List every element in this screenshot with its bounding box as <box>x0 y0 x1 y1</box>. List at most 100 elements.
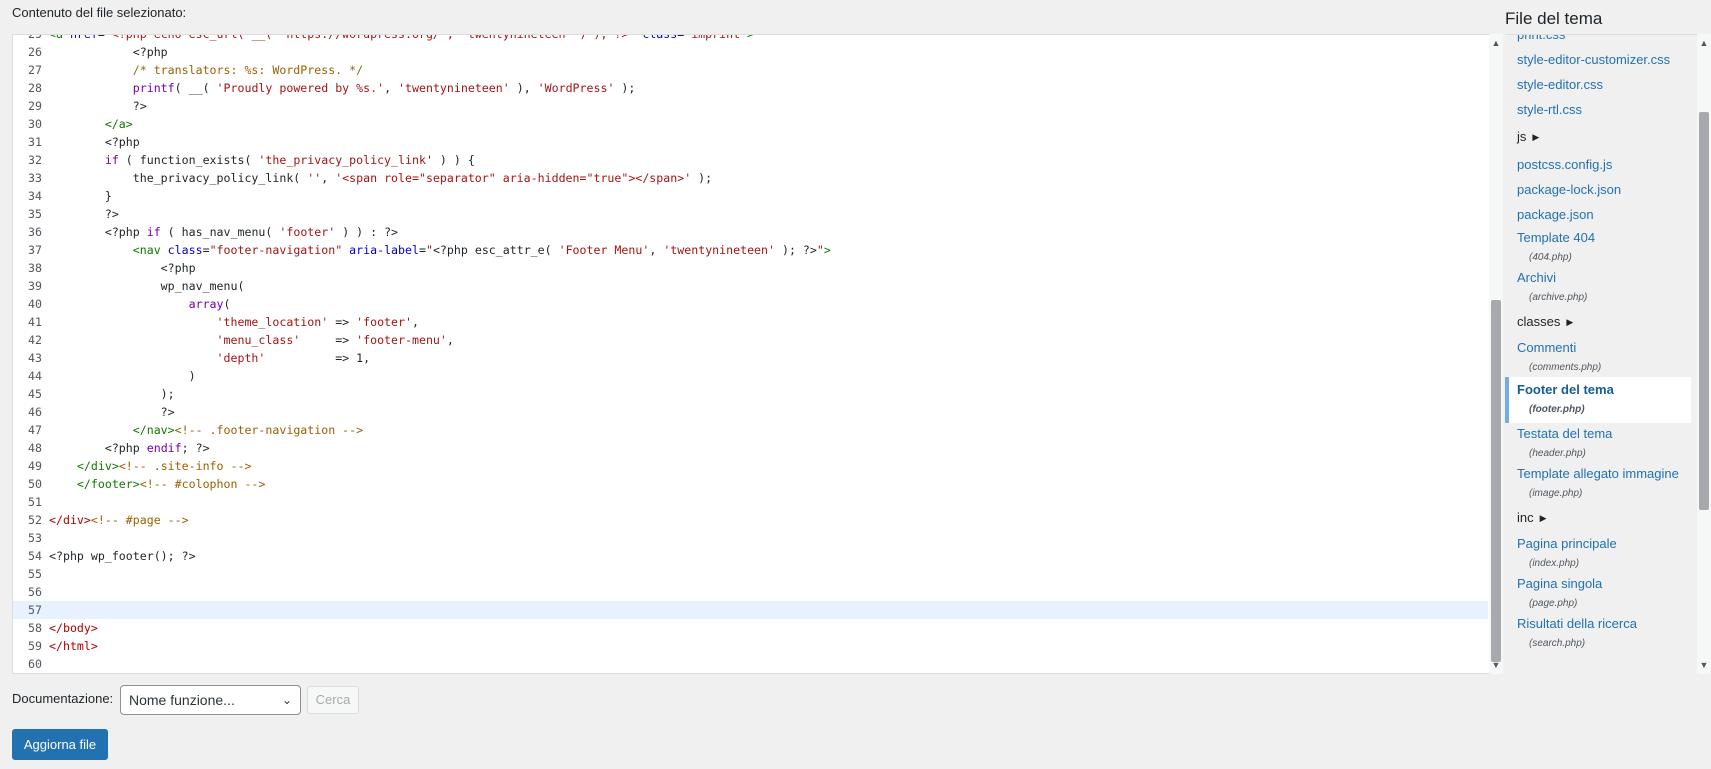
file-link[interactable]: style-editor.css <box>1517 72 1695 97</box>
code-line[interactable]: 29 ?> <box>13 97 1488 115</box>
file-link[interactable]: postcss.config.js <box>1517 152 1695 177</box>
code-line[interactable]: 35 ?> <box>13 205 1488 223</box>
line-number: 31 <box>28 135 42 149</box>
file-link[interactable]: package-lock.json <box>1517 177 1695 202</box>
file-link[interactable]: style-editor-customizer.css <box>1517 47 1695 72</box>
code-line[interactable]: 50 </footer><!-- #colophon --> <box>13 475 1488 493</box>
line-number: 43 <box>28 351 42 365</box>
file-item[interactable]: style-editor-customizer.css <box>1505 47 1695 72</box>
file-list-scrollbar[interactable]: ▲ ▼ <box>1697 34 1711 674</box>
code-line[interactable]: 57 <box>13 601 1488 619</box>
file-item[interactable]: Risultati della ricerca (search.php) <box>1505 613 1695 653</box>
line-code: ); <box>49 387 175 401</box>
code-line[interactable]: 52 </div><!-- #page --> <box>13 511 1488 529</box>
caret-right-icon: ▶ <box>1566 317 1574 328</box>
code-line[interactable]: 30 </a> <box>13 115 1488 133</box>
code-line[interactable]: 31 <?php <box>13 133 1488 151</box>
file-item[interactable]: style-rtl.css <box>1505 97 1695 122</box>
file-link[interactable]: style-rtl.css <box>1517 97 1695 122</box>
code-line[interactable]: 42 'menu_class' => 'footer-menu', <box>13 331 1488 349</box>
file-item[interactable]: package.json <box>1505 202 1695 227</box>
line-code: </body> <box>49 621 98 635</box>
file-link[interactable]: Template 404 <box>1517 227 1695 249</box>
code-line[interactable]: 58 </body> <box>13 619 1488 637</box>
file-item-selected[interactable]: Footer del tema (footer.php) <box>1505 377 1691 424</box>
file-item[interactable]: package-lock.json <box>1505 177 1695 202</box>
scroll-up-icon[interactable]: ▲ <box>1699 38 1709 48</box>
file-link[interactable]: Testata del tema <box>1517 423 1695 445</box>
code-line[interactable]: 51 <box>13 493 1488 511</box>
file-filename: (archive.php) <box>1529 292 1588 304</box>
file-item[interactable]: Pagina singola (page.php) <box>1505 573 1695 613</box>
code-line[interactable]: 59 </html> <box>13 637 1488 655</box>
line-code: </a> <box>104 117 133 131</box>
file-link[interactable]: Archivi <box>1517 267 1695 289</box>
file-item[interactable]: print.css <box>1505 35 1695 47</box>
file-link[interactable]: Pagina singola <box>1517 573 1695 595</box>
search-button[interactable]: Cerca <box>307 686 359 714</box>
file-link[interactable]: Commenti <box>1517 337 1695 359</box>
file-item[interactable]: Archivi (archive.php) <box>1505 267 1695 307</box>
theme-file-list[interactable]: print.css style-editor-customizer.css styl… <box>1505 34 1699 675</box>
line-code: <?php <box>49 45 168 59</box>
file-filename: (404.php) <box>1529 252 1572 264</box>
editor-scroll-thumb[interactable] <box>1491 300 1501 662</box>
code-line[interactable]: 26 <?php <box>13 43 1488 61</box>
code-line[interactable]: 25 <a href="<?php echo esc_url( __( 'http… <box>13 35 1488 43</box>
folder-name: inc <box>1517 510 1534 526</box>
code-line[interactable]: 55 <box>13 565 1488 583</box>
code-line[interactable]: 53 <box>13 529 1488 547</box>
code-line[interactable]: 38 <?php <box>13 259 1488 277</box>
file-item[interactable]: Testata del tema (header.php) <box>1505 423 1695 463</box>
update-file-button[interactable]: Aggiorna file <box>12 729 108 760</box>
file-link[interactable]: print.css <box>1517 35 1695 47</box>
code-line[interactable]: 56 <box>13 583 1488 601</box>
code-line[interactable]: 60 <box>13 655 1488 673</box>
file-link[interactable]: package.json <box>1517 202 1695 227</box>
file-item[interactable]: Pagina principale (index.php) <box>1505 533 1695 573</box>
scroll-down-icon[interactable]: ▼ <box>1699 660 1709 670</box>
folder-label: js ▶ <box>1517 124 1695 150</box>
file-item[interactable]: Template 404 (404.php) <box>1505 227 1695 267</box>
code-line[interactable]: 37 <nav class="footer-navigation" aria-l… <box>13 241 1488 259</box>
code-line[interactable]: 39 wp_nav_menu( <box>13 277 1488 295</box>
code-line[interactable]: 41 'theme_location' => 'footer', <box>13 313 1488 331</box>
code-line[interactable]: 54 <?php wp_footer(); ?> <box>13 547 1488 565</box>
code-line[interactable]: 43 'depth' => 1, <box>13 349 1488 367</box>
folder-item[interactable]: js ▶ <box>1505 124 1695 150</box>
scroll-down-icon[interactable]: ▼ <box>1491 660 1501 670</box>
code-line[interactable]: 34 } <box>13 187 1488 205</box>
line-code: </html> <box>49 639 98 653</box>
caret-right-icon: ▶ <box>1532 132 1540 143</box>
code-line[interactable]: 48 <?php endif; ?> <box>13 439 1488 457</box>
code-line[interactable]: 44 ) <box>13 367 1488 385</box>
code-line[interactable]: 45 ); <box>13 385 1488 403</box>
line-number: 49 <box>28 459 42 473</box>
file-list-scroll-thumb[interactable] <box>1699 112 1709 510</box>
code-line[interactable]: 33 the_privacy_policy_link( '', '<span r… <box>13 169 1488 187</box>
file-item[interactable]: Commenti (comments.php) <box>1505 337 1695 377</box>
code-line[interactable]: 46 ?> <box>13 403 1488 421</box>
file-link[interactable]: Pagina principale <box>1517 533 1695 555</box>
folder-label: classes ▶ <box>1517 309 1695 335</box>
file-item[interactable]: postcss.config.js <box>1505 152 1695 177</box>
code-line[interactable]: 47 </nav><!-- .footer-navigation --> <box>13 421 1488 439</box>
code-line[interactable]: 36 <?php if ( has_nav_menu( 'footer' ) )… <box>13 223 1488 241</box>
folder-item[interactable]: inc ▶ <box>1505 505 1695 531</box>
editor-scrollbar[interactable]: ▲ ▼ <box>1489 34 1503 674</box>
file-link[interactable]: Footer del tema <box>1517 379 1691 401</box>
file-item[interactable]: Template allegato immagine (image.php) <box>1505 463 1695 503</box>
code-line[interactable]: 32 if ( function_exists( 'the_privacy_po… <box>13 151 1488 169</box>
code-line[interactable]: 49 </div><!-- .site-info --> <box>13 457 1488 475</box>
code-editor[interactable]: 25 <a href="<?php echo esc_url( __( 'http… <box>12 34 1501 674</box>
code-line[interactable]: 40 array( <box>13 295 1488 313</box>
file-item[interactable]: style-editor.css <box>1505 72 1695 97</box>
code-line[interactable]: 28 printf( __( 'Proudly powered by %s.',… <box>13 79 1488 97</box>
folder-item[interactable]: classes ▶ <box>1505 309 1695 335</box>
line-code: <?php endif; ?> <box>49 441 210 455</box>
code-line[interactable]: 27 /* translators: %s: WordPress. */ <box>13 61 1488 79</box>
scroll-up-icon[interactable]: ▲ <box>1491 38 1501 48</box>
file-link[interactable]: Risultati della ricerca <box>1517 613 1695 635</box>
file-link[interactable]: Template allegato immagine <box>1517 463 1695 485</box>
function-name-select[interactable]: Nome funzione... ⌄ <box>120 685 301 715</box>
